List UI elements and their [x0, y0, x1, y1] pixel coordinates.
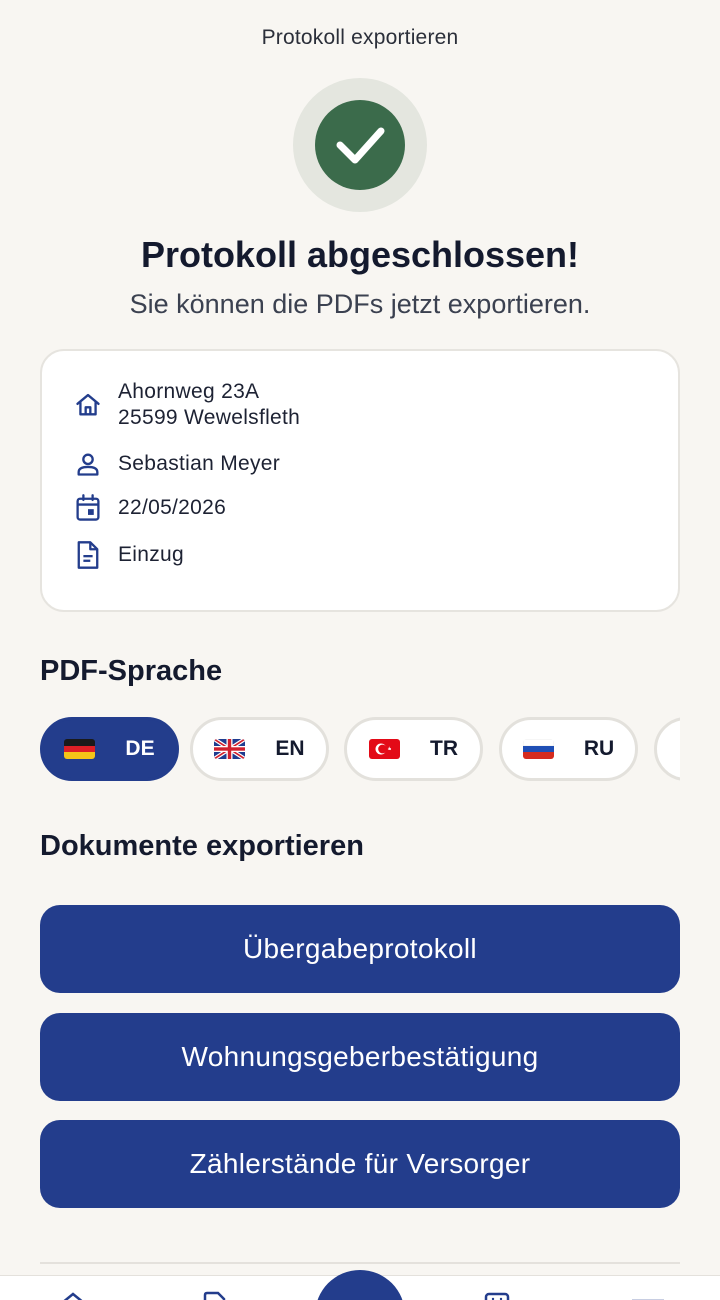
success-indicator [293, 78, 427, 212]
protocol-date: 22/05/2026 [118, 496, 227, 519]
uk-flag-icon [214, 739, 246, 759]
date-row: 22/05/2026 [72, 492, 226, 524]
tab-documents-icon[interactable] [202, 1290, 228, 1300]
russia-flag-icon [522, 739, 554, 759]
language-chip-de[interactable]: DE [40, 717, 179, 781]
completion-subline: Sie können die PDFs jetzt exportieren. [129, 289, 591, 319]
person-name: Sebastian Meyer [118, 452, 281, 475]
language-code: EN [275, 737, 305, 760]
language-chip-tr[interactable]: TR [344, 717, 483, 781]
calendar-icon [72, 492, 104, 524]
export-landlord-confirmation-button[interactable]: Wohnungsgeberbestätigung [40, 1013, 680, 1101]
export-handover-protocol-button[interactable]: Übergabeprotokoll [40, 905, 680, 993]
person-icon [72, 448, 104, 480]
protocol-type: Einzug [118, 543, 185, 566]
tab-menu-icon[interactable] [632, 1290, 664, 1300]
language-code: TR [430, 737, 458, 760]
language-chip-more[interactable] [654, 717, 680, 781]
protocol-summary-card: Ahornweg 23A 25599 Wewelsfleth Sebastian… [40, 349, 680, 612]
address-row: Ahornweg 23A 25599 Wewelsfleth [72, 379, 300, 431]
divider [40, 1262, 680, 1264]
checkmark-icon [315, 100, 405, 190]
completion-headline: Protokoll abgeschlossen! [140, 234, 580, 275]
address-line-1: Ahornweg 23A [118, 380, 260, 403]
home-icon [72, 389, 104, 421]
export-meter-readings-button[interactable]: Zählerstände für Versorger [40, 1120, 680, 1208]
language-chip-en[interactable]: EN [190, 717, 329, 781]
address-line-2: 25599 Wewelsfleth [118, 406, 301, 429]
type-row: Einzug [72, 539, 184, 571]
germany-flag-icon [64, 739, 96, 759]
turkey-flag-icon [369, 739, 400, 759]
export-documents-title: Dokumente exportieren [40, 830, 364, 862]
language-selector: DE EN TR RU [40, 717, 680, 781]
tab-home-icon[interactable] [60, 1290, 86, 1300]
tab-calendar-icon[interactable] [484, 1290, 510, 1300]
document-icon [72, 539, 104, 571]
pdf-language-title: PDF-Sprache [40, 655, 223, 687]
language-code: RU [583, 737, 615, 760]
language-code: DE [125, 737, 155, 760]
language-chip-ru[interactable]: RU [499, 717, 638, 781]
page-title: Protokoll exportieren [261, 26, 459, 49]
person-row: Sebastian Meyer [72, 448, 280, 480]
